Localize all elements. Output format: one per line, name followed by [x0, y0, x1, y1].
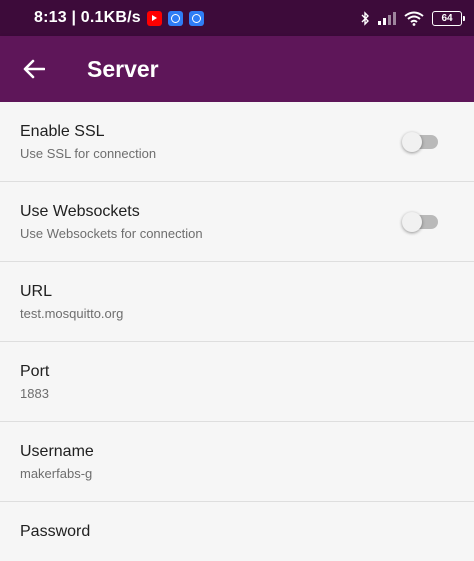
setting-enable-ssl[interactable]: Enable SSL Use SSL for connection — [0, 102, 474, 182]
setting-summary: 1883 — [20, 386, 49, 401]
setting-title: Use Websockets — [20, 203, 140, 220]
battery-level: 64 — [441, 12, 453, 24]
app-bar: Server — [0, 36, 474, 102]
setting-summary: Use Websockets for connection — [20, 226, 203, 241]
setting-title: Username — [20, 443, 94, 460]
setting-summary: makerfabs-g — [20, 466, 93, 481]
arrow-left-icon — [23, 59, 45, 79]
battery-icon: 64 — [432, 10, 465, 26]
setting-title: Port — [20, 363, 50, 380]
app-notification-icon — [167, 10, 183, 26]
setting-use-websockets[interactable]: Use Websockets Use Websockets for connec… — [0, 182, 474, 262]
page-title: Server — [87, 55, 159, 82]
setting-summary: Use SSL for connection — [20, 146, 157, 161]
status-bar: 8:13 | 0.1KB/s 64 — [0, 0, 474, 36]
setting-summary: test.mosquitto.org — [20, 306, 124, 321]
app-notification-icon — [188, 10, 204, 26]
switch-thumb — [402, 132, 422, 152]
setting-title: URL — [20, 283, 53, 300]
status-indicators: 64 — [360, 10, 465, 26]
youtube-icon — [146, 10, 162, 26]
setting-title: Enable SSL — [20, 123, 105, 140]
setting-password[interactable]: Password — [0, 502, 474, 561]
setting-username[interactable]: Username makerfabs-g — [0, 422, 474, 502]
bluetooth-icon — [361, 10, 369, 26]
switch-thumb — [402, 212, 422, 232]
setting-url[interactable]: URL test.mosquitto.org — [0, 262, 474, 342]
back-button[interactable] — [9, 44, 59, 94]
wifi-icon — [404, 11, 424, 26]
settings-list: Enable SSL Use SSL for connection Use We… — [0, 102, 474, 561]
ssl-toggle[interactable] — [402, 132, 440, 152]
setting-port[interactable]: Port 1883 — [0, 342, 474, 422]
setting-title: Password — [20, 523, 91, 540]
websockets-toggle[interactable] — [402, 212, 440, 232]
status-time: 8:13 | 0.1KB/s — [34, 9, 141, 26]
signal-icon — [378, 12, 396, 25]
